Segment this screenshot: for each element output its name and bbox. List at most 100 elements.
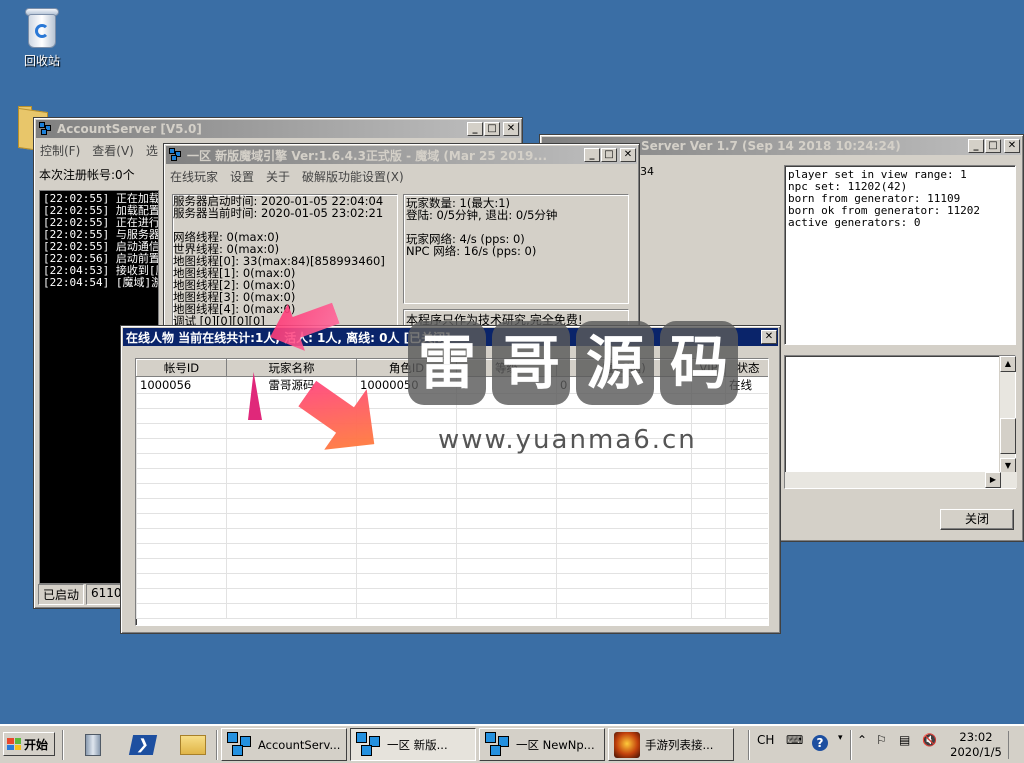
server-manager-icon[interactable]: [78, 731, 108, 759]
maximize-button[interactable]: □: [484, 122, 500, 136]
column-header[interactable]: 魔石(晶): [556, 359, 692, 377]
empty-cell: [456, 558, 557, 574]
column-header[interactable]: 帐号ID: [136, 359, 227, 377]
scroll-right-icon[interactable]: ▶: [985, 472, 1001, 488]
maximize-button[interactable]: □: [985, 139, 1001, 153]
app-cube-icon: [356, 731, 382, 758]
account-server-titlebar[interactable]: AccountServer [V5.0] _ □ ✕: [36, 120, 520, 138]
language-indicator[interactable]: CH: [757, 733, 774, 747]
cell-vip: [691, 376, 726, 394]
task-label: 一区 新版...: [387, 737, 448, 752]
recycle-bin-icon: [25, 6, 59, 50]
help-icon[interactable]: ?: [812, 735, 828, 751]
menu-online-players[interactable]: 在线玩家: [170, 168, 218, 185]
column-header[interactable]: 状态: [725, 359, 768, 377]
menu-crack-settings[interactable]: 破解版功能设置(X): [302, 168, 404, 185]
empty-cell: [356, 468, 457, 484]
empty-cell: [226, 528, 357, 544]
empty-cell: [226, 483, 357, 499]
empty-cell: [136, 543, 227, 559]
keyboard-icon[interactable]: ⌨: [786, 733, 803, 747]
empty-cell: [356, 393, 457, 409]
close-button[interactable]: ✕: [503, 122, 519, 136]
taskbar-separator: [748, 730, 750, 760]
engine-window[interactable]: 一区 新版魔域引擎 Ver:1.6.4.3正式版 - 魔域 (Mar 25 20…: [163, 143, 640, 334]
start-label: 开始: [24, 737, 49, 752]
task-label: 手游列表接...: [645, 737, 714, 752]
engine-titlebar[interactable]: 一区 新版魔域引擎 Ver:1.6.4.3正式版 - 魔域 (Mar 25 20…: [166, 146, 637, 164]
options-arrow-icon[interactable]: ▾: [838, 733, 843, 743]
volume-muted-icon[interactable]: 🔇: [922, 733, 937, 747]
menu-view[interactable]: 查看(V): [92, 142, 134, 159]
task-engine[interactable]: 一区 新版...: [350, 728, 476, 761]
empty-cell: [691, 483, 726, 499]
minimize-button[interactable]: _: [467, 122, 483, 136]
empty-cell: [725, 558, 768, 574]
online-players-grid[interactable]: 帐号ID 玩家名称 角色ID 等级 魔石(晶) VIP 状态 1000056 雷…: [135, 358, 769, 626]
recycle-bin[interactable]: 回收站: [7, 2, 77, 69]
online-players-titlebar[interactable]: 在线人物 当前在线共计:1人, 活人: 1人, 离线: 0人 [已关闭] ✕: [123, 328, 778, 346]
table-row[interactable]: 1000056 雷哥源码 10000050 0 0 在线: [136, 376, 768, 394]
column-header[interactable]: 等级: [456, 359, 557, 377]
empty-table-row: [136, 498, 768, 514]
cell-player-name: 雷哥源码: [226, 376, 357, 394]
vertical-scrollbar[interactable]: ▲ ▼: [999, 356, 1016, 474]
empty-cell: [136, 453, 227, 469]
npc-log-panel[interactable]: ▲ ▼ ▶: [784, 355, 1017, 489]
empty-cell: [356, 573, 457, 589]
task-mobile-game-list[interactable]: 手游列表接...: [608, 728, 734, 761]
npc-count: 34: [640, 165, 654, 178]
empty-cell: [136, 468, 227, 484]
task-account-server[interactable]: AccountServ...: [221, 728, 347, 761]
empty-cell: [556, 468, 692, 484]
account-server-title: AccountServer [V5.0]: [57, 122, 202, 136]
close-button[interactable]: ✕: [620, 148, 636, 162]
close-button[interactable]: ✕: [761, 330, 777, 344]
empty-cell: [226, 543, 357, 559]
empty-cell: [356, 453, 457, 469]
empty-cell: [691, 393, 726, 409]
cell-gems: 0: [556, 376, 692, 394]
empty-table-row: [136, 513, 768, 529]
horizontal-scrollbar[interactable]: ▶: [785, 472, 1017, 488]
start-button[interactable]: 开始: [3, 732, 55, 756]
column-header[interactable]: 角色ID: [356, 359, 457, 377]
empty-cell: [226, 468, 357, 484]
scroll-up-icon[interactable]: ▲: [1000, 356, 1016, 372]
empty-cell: [226, 573, 357, 589]
maximize-button[interactable]: □: [601, 148, 617, 162]
close-button[interactable]: ✕: [1004, 139, 1020, 153]
empty-cell: [456, 393, 557, 409]
show-desktop-button[interactable]: [1008, 731, 1022, 759]
empty-cell: [136, 423, 227, 439]
column-header[interactable]: 玩家名称: [226, 359, 357, 377]
close-dialog-button[interactable]: 关闭: [940, 509, 1014, 530]
empty-table-row: [136, 528, 768, 544]
empty-cell: [456, 468, 557, 484]
show-hidden-icons-icon[interactable]: ⌃: [857, 733, 867, 747]
menu-options[interactable]: 选: [146, 142, 158, 159]
minimize-button[interactable]: _: [584, 148, 600, 162]
empty-cell: [356, 483, 457, 499]
network-icon[interactable]: ▤: [899, 733, 910, 747]
scroll-thumb[interactable]: [1000, 418, 1016, 454]
explorer-folder-icon[interactable]: [178, 731, 208, 759]
menu-settings[interactable]: 设置: [230, 168, 254, 185]
online-players-window[interactable]: 在线人物 当前在线共计:1人, 活人: 1人, 离线: 0人 [已关闭] ✕ 帐…: [120, 325, 781, 634]
powershell-icon[interactable]: ❯: [128, 731, 158, 759]
empty-cell: [456, 573, 557, 589]
system-clock[interactable]: 23:02 2020/1/5: [948, 730, 1004, 760]
action-center-flag-icon[interactable]: ⚐: [876, 733, 887, 747]
minimize-button[interactable]: _: [968, 139, 984, 153]
empty-cell: [356, 543, 457, 559]
empty-cell: [725, 408, 768, 424]
column-header[interactable]: VIP: [691, 359, 726, 377]
log-line: [22:04:54] [魔域]游戏: [43, 276, 158, 289]
empty-cell: [691, 528, 726, 544]
menu-about[interactable]: 关于: [266, 168, 290, 185]
menu-control[interactable]: 控制(F): [40, 142, 80, 159]
empty-cell: [226, 513, 357, 529]
empty-cell: [725, 513, 768, 529]
empty-cell: [556, 483, 692, 499]
task-npc-server[interactable]: 一区 NewNp...: [479, 728, 605, 761]
